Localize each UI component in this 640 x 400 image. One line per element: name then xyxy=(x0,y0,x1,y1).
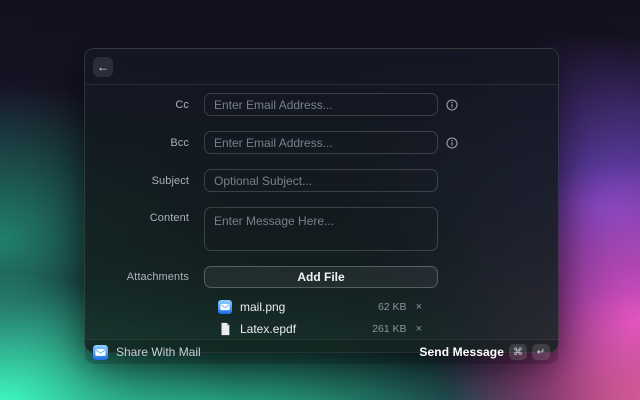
attachment-name: Latex.epdf xyxy=(240,322,297,336)
back-button[interactable]: ← xyxy=(93,56,113,77)
mail-app-icon xyxy=(218,300,232,314)
window-footer: Share With Mail Send Message ⌘ ↵ xyxy=(85,339,558,364)
return-key-icon: ↵ xyxy=(532,344,550,360)
attachment-name: mail.png xyxy=(240,300,286,314)
info-icon xyxy=(446,136,458,149)
send-message-button[interactable]: Send Message xyxy=(419,345,504,359)
subject-input[interactable] xyxy=(204,169,438,192)
attachment-list: mail.png 62 KB × Latex.epdf 261 KB × xyxy=(204,297,438,339)
subject-row: Subject xyxy=(85,169,558,192)
command-key-icon: ⌘ xyxy=(509,344,527,360)
document-icon xyxy=(218,322,232,336)
cc-row: Cc xyxy=(85,93,558,116)
content-textarea[interactable] xyxy=(204,207,438,251)
bcc-label: Bcc xyxy=(170,136,189,149)
bcc-row: Bcc xyxy=(85,131,558,154)
mail-app-icon xyxy=(93,344,108,360)
cc-label: Cc xyxy=(175,98,189,111)
share-with-mail-window: ← Cc Bcc xyxy=(84,48,559,364)
attachments-row: Attachments Add File xyxy=(85,266,558,288)
back-arrow-icon: ← xyxy=(97,59,109,74)
attachment-size: 62 KB xyxy=(377,301,407,313)
content-row: Content xyxy=(85,207,558,251)
add-file-button-label: Add File xyxy=(297,270,345,284)
subject-label: Subject xyxy=(151,174,189,187)
content-label: Content xyxy=(149,212,189,224)
remove-attachment-icon[interactable]: × xyxy=(416,323,422,335)
attachment-row[interactable]: mail.png 62 KB × xyxy=(204,297,438,317)
share-form: Cc Bcc Subject xyxy=(85,85,558,339)
remove-attachment-icon[interactable]: × xyxy=(416,301,422,313)
attachment-row[interactable]: Latex.epdf 261 KB × xyxy=(204,319,438,339)
window-header: ← xyxy=(85,49,558,85)
info-icon xyxy=(446,98,458,111)
add-file-button[interactable]: Add File xyxy=(204,266,438,288)
footer-app-name: Share With Mail xyxy=(116,345,201,359)
cc-input[interactable] xyxy=(204,93,438,116)
attachment-size: 261 KB xyxy=(372,323,407,335)
attachments-label: Attachments xyxy=(126,271,189,283)
bcc-input[interactable] xyxy=(204,131,438,154)
